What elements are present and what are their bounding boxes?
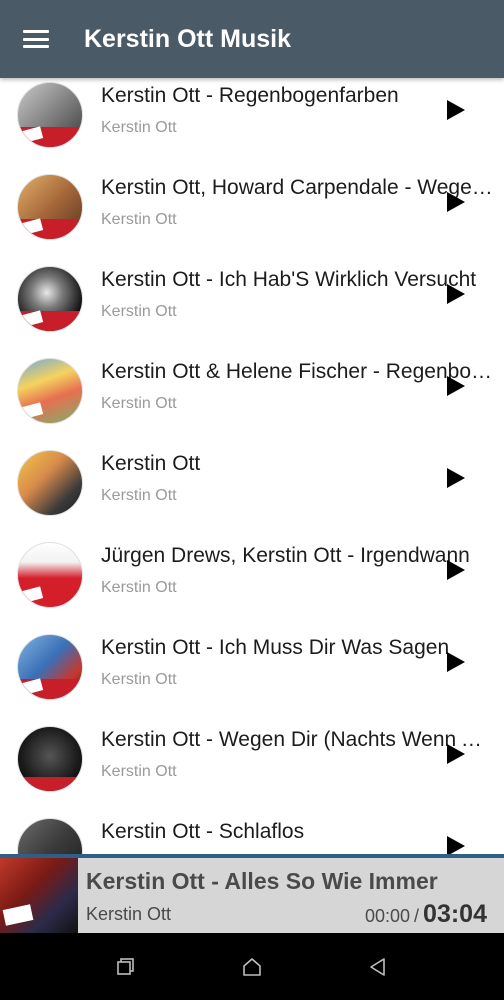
hamburger-icon xyxy=(23,30,49,48)
now-playing-title: Kerstin Ott - Alles So Wie Immer xyxy=(86,868,438,894)
song-thumbnail xyxy=(17,358,83,424)
app-bar: Kerstin Ott Musik xyxy=(0,0,504,78)
song-title: Kerstin Ott, Howard Carpendale - Wegen D… xyxy=(101,176,493,199)
song-row[interactable]: Kerstin Ott, Howard Carpendale - Wegen D… xyxy=(0,156,504,248)
current-time: 00:00 xyxy=(364,906,411,926)
play-icon[interactable] xyxy=(447,744,465,764)
song-title: Kerstin Ott - Regenbogenfarben xyxy=(101,84,399,107)
song-artist: Kerstin Ott xyxy=(101,579,177,596)
song-thumbnail xyxy=(17,266,83,332)
playback-time: 00:00/03:04 xyxy=(365,900,487,929)
song-row[interactable]: Kerstin Ott - Ich Muss Dir Was Sagen Ker… xyxy=(0,616,504,708)
song-artist: Kerstin Ott xyxy=(101,763,177,780)
back-icon xyxy=(370,957,385,976)
song-thumbnail xyxy=(17,726,83,792)
song-artist: Kerstin Ott xyxy=(101,211,177,228)
now-playing-thumbnail xyxy=(0,858,78,933)
play-icon[interactable] xyxy=(447,192,465,212)
song-artist: Kerstin Ott xyxy=(101,395,177,412)
song-artist: Kerstin Ott xyxy=(101,671,177,688)
song-thumbnail xyxy=(17,450,83,516)
time-separator: / xyxy=(414,906,420,926)
song-row[interactable]: Kerstin Ott Kerstin Ott xyxy=(0,432,504,524)
system-nav-bar xyxy=(0,933,504,1000)
song-title: Jürgen Drews, Kerstin Ott - Irgendwann xyxy=(101,544,470,567)
play-icon[interactable] xyxy=(447,468,465,488)
song-row[interactable]: Jürgen Drews, Kerstin Ott - Irgendwann K… xyxy=(0,524,504,616)
recents-icon xyxy=(117,957,134,975)
song-title: Kerstin Ott - Ich Hab'S Wirklich Versuch… xyxy=(101,268,477,291)
app-title: Kerstin Ott Musik xyxy=(84,24,291,53)
song-row[interactable]: Kerstin Ott - Regenbogenfarben Kerstin O… xyxy=(0,78,504,156)
song-thumbnail xyxy=(17,634,83,700)
song-thumbnail xyxy=(17,174,83,240)
song-row[interactable]: Kerstin Ott - Ich Hab'S Wirklich Versuch… xyxy=(0,248,504,340)
song-thumbnail xyxy=(17,82,83,148)
song-title: Kerstin Ott - Ich Muss Dir Was Sagen xyxy=(101,636,450,659)
back-button[interactable] xyxy=(315,933,441,1000)
song-row[interactable]: Kerstin Ott & Helene Fischer - Regenboge… xyxy=(0,340,504,432)
song-artist: Kerstin Ott xyxy=(101,303,177,320)
home-icon xyxy=(243,957,261,976)
song-artist: Kerstin Ott xyxy=(101,487,177,504)
play-icon[interactable] xyxy=(447,284,465,304)
song-title: Kerstin Ott - Wegen Dir (Nachts Wenn All… xyxy=(101,728,493,751)
song-artist: Kerstin Ott xyxy=(101,119,177,136)
menu-button[interactable] xyxy=(0,0,80,78)
song-title: Kerstin Ott - Schlaflos xyxy=(101,820,305,843)
play-icon[interactable] xyxy=(447,652,465,672)
now-playing-bar[interactable]: Kerstin Ott - Alles So Wie Immer Kerstin… xyxy=(0,854,504,933)
song-list[interactable]: Kerstin Ott - Regenbogenfarben Kerstin O… xyxy=(0,78,504,854)
song-row[interactable]: Kerstin Ott - Schlaflos xyxy=(0,800,504,854)
song-row[interactable]: Kerstin Ott - Wegen Dir (Nachts Wenn All… xyxy=(0,708,504,800)
song-thumbnail xyxy=(17,818,83,854)
now-playing-artist: Kerstin Ott xyxy=(86,904,172,924)
play-icon[interactable] xyxy=(447,836,465,854)
song-thumbnail xyxy=(17,542,83,608)
song-title: Kerstin Ott & Helene Fischer - Regenboge… xyxy=(101,360,493,383)
play-icon[interactable] xyxy=(447,560,465,580)
recents-button[interactable] xyxy=(63,933,189,1000)
play-icon[interactable] xyxy=(447,376,465,396)
song-title: Kerstin Ott xyxy=(101,452,201,475)
duration: 03:04 xyxy=(423,900,487,928)
home-button[interactable] xyxy=(189,933,315,1000)
play-icon[interactable] xyxy=(447,100,465,120)
